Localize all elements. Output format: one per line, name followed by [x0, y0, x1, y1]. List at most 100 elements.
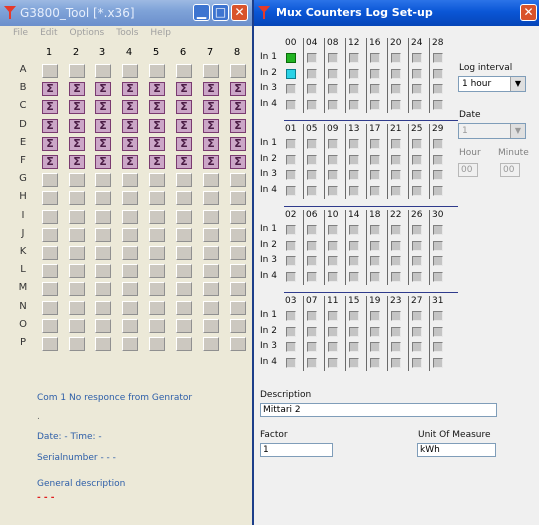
grid-cell[interactable] [69, 246, 85, 260]
log-checkbox[interactable] [328, 326, 338, 337]
sigma-cell[interactable]: Σ [69, 136, 85, 151]
log-checkbox[interactable] [412, 342, 422, 352]
log-checkbox[interactable] [370, 271, 380, 282]
grid-cell[interactable] [95, 227, 111, 242]
grid-cell[interactable] [149, 209, 165, 224]
unit-of-measure-input[interactable]: kWh [417, 443, 496, 457]
grid-cell[interactable] [203, 318, 219, 333]
log-checkbox[interactable] [433, 225, 443, 235]
sigma-cell[interactable]: Σ [149, 82, 165, 97]
log-checkbox[interactable] [286, 170, 296, 180]
grid-cell[interactable] [230, 191, 246, 206]
log-checkbox[interactable] [307, 185, 317, 196]
sigma-cell[interactable]: Σ [95, 100, 111, 115]
sigma-cell[interactable]: Σ [122, 155, 138, 169]
grid-cell[interactable] [149, 282, 165, 297]
grid-cell[interactable] [69, 318, 85, 333]
log-checkbox[interactable] [370, 256, 380, 266]
log-checkbox[interactable] [412, 53, 422, 63]
sigma-cell[interactable]: Σ [95, 155, 111, 169]
grid-cell[interactable] [42, 64, 58, 78]
log-checkbox[interactable] [349, 185, 359, 196]
grid-cell[interactable] [42, 282, 58, 297]
grid-cell[interactable] [176, 173, 192, 188]
log-checkbox[interactable] [391, 84, 401, 94]
grid-cell[interactable] [122, 209, 138, 224]
menu-tools[interactable]: Tools [116, 28, 138, 38]
grid-cell[interactable] [95, 337, 111, 351]
menu-file[interactable]: File [13, 28, 28, 38]
log-checkbox[interactable] [328, 53, 338, 63]
sigma-cell[interactable]: Σ [203, 100, 219, 115]
log-checkbox[interactable] [349, 271, 359, 282]
menu-edit[interactable]: Edit [40, 28, 57, 38]
sigma-cell[interactable]: Σ [230, 155, 246, 169]
log-checkbox[interactable] [286, 311, 296, 321]
log-checkbox[interactable] [433, 342, 443, 352]
log-checkbox[interactable] [286, 84, 296, 94]
log-checkbox[interactable] [412, 357, 422, 368]
grid-cell[interactable] [42, 264, 58, 279]
date-select[interactable]: 1 ▼ [458, 123, 526, 139]
log-checkbox[interactable] [328, 240, 338, 251]
sigma-cell[interactable]: Σ [176, 155, 192, 169]
log-checkbox[interactable] [328, 99, 338, 110]
log-checkbox[interactable] [412, 225, 422, 235]
log-checkbox[interactable] [412, 326, 422, 337]
log-checkbox[interactable] [286, 225, 296, 235]
log-checkbox[interactable] [307, 53, 317, 63]
grid-cell[interactable] [122, 282, 138, 297]
log-checkbox[interactable] [391, 99, 401, 110]
grid-cell[interactable] [122, 246, 138, 260]
log-checkbox[interactable] [307, 139, 317, 149]
log-checkbox[interactable] [391, 170, 401, 180]
grid-cell[interactable] [176, 337, 192, 351]
grid-cell[interactable] [95, 246, 111, 260]
sigma-cell[interactable]: Σ [149, 136, 165, 151]
log-checkbox[interactable] [328, 357, 338, 368]
factor-input[interactable]: 1 [260, 443, 333, 457]
log-checkbox[interactable] [349, 68, 359, 79]
grid-cell[interactable] [230, 337, 246, 351]
grid-cell[interactable] [149, 173, 165, 188]
sigma-cell[interactable]: Σ [69, 118, 85, 133]
grid-cell[interactable] [176, 300, 192, 315]
log-checkbox[interactable] [370, 53, 380, 63]
sigma-cell[interactable]: Σ [95, 118, 111, 133]
log-checkbox[interactable] [412, 154, 422, 165]
log-checkbox[interactable] [412, 170, 422, 180]
grid-cell[interactable] [122, 318, 138, 333]
grid-cell[interactable] [149, 300, 165, 315]
log-checkbox[interactable] [328, 342, 338, 352]
log-checkbox[interactable] [391, 68, 401, 79]
log-checkbox[interactable] [286, 271, 296, 282]
grid-cell[interactable] [176, 318, 192, 333]
log-checkbox[interactable] [349, 53, 359, 63]
grid-cell[interactable] [95, 318, 111, 333]
log-checkbox[interactable] [412, 256, 422, 266]
sigma-cell[interactable]: Σ [149, 118, 165, 133]
grid-cell[interactable] [122, 64, 138, 78]
grid-cell[interactable] [230, 282, 246, 297]
grid-cell[interactable] [69, 300, 85, 315]
log-checkbox[interactable] [286, 154, 296, 165]
log-checkbox[interactable] [391, 53, 401, 63]
grid-cell[interactable] [203, 337, 219, 351]
grid-cell[interactable] [230, 264, 246, 279]
sigma-cell[interactable]: Σ [95, 82, 111, 97]
grid-cell[interactable] [42, 246, 58, 260]
sigma-cell[interactable]: Σ [122, 136, 138, 151]
grid-cell[interactable] [95, 300, 111, 315]
sigma-cell[interactable]: Σ [203, 82, 219, 97]
log-checkbox[interactable] [307, 99, 317, 110]
grid-cell[interactable] [42, 318, 58, 333]
right-title-bar[interactable]: Mux Counters Log Set-up ✕ [254, 0, 539, 26]
grid-cell[interactable] [149, 318, 165, 333]
sigma-cell[interactable]: Σ [203, 155, 219, 169]
log-checkbox[interactable] [349, 240, 359, 251]
grid-cell[interactable] [203, 246, 219, 260]
grid-cell[interactable] [203, 191, 219, 206]
hour-input[interactable]: 00 [458, 163, 478, 177]
log-checkbox[interactable] [307, 342, 317, 352]
grid-cell[interactable] [42, 173, 58, 188]
